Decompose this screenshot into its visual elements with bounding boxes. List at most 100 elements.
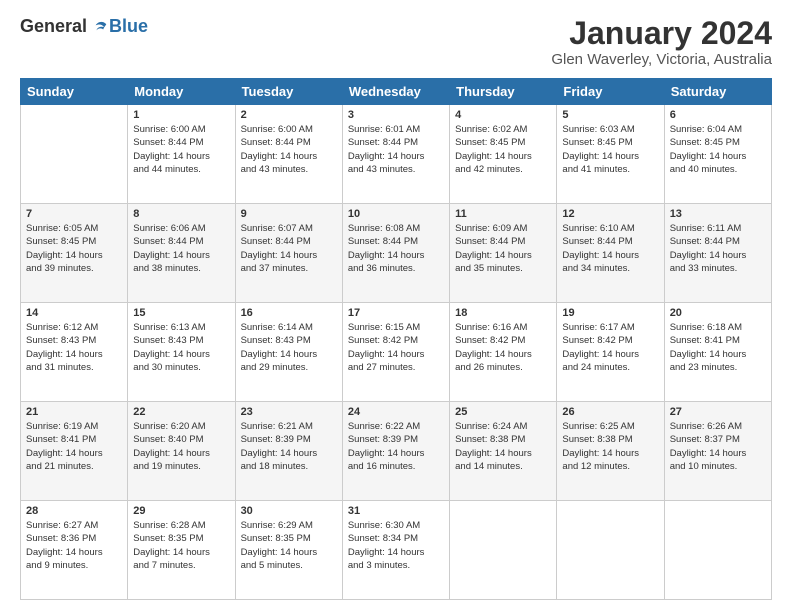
day-number: 22 xyxy=(133,406,229,418)
day-number: 19 xyxy=(562,307,658,319)
calendar-cell xyxy=(450,501,557,600)
cell-content: Sunrise: 6:18 AM Sunset: 8:41 PM Dayligh… xyxy=(670,321,766,374)
day-number: 16 xyxy=(241,307,337,319)
cell-content: Sunrise: 6:00 AM Sunset: 8:44 PM Dayligh… xyxy=(241,123,337,176)
day-number: 4 xyxy=(455,109,551,121)
week-row-4: 21 Sunrise: 6:19 AM Sunset: 8:41 PM Dayli… xyxy=(21,402,772,501)
day-number: 23 xyxy=(241,406,337,418)
cell-content: Sunrise: 6:27 AM Sunset: 8:36 PM Dayligh… xyxy=(26,519,122,572)
day-number: 14 xyxy=(26,307,122,319)
col-header-sunday: Sunday xyxy=(21,79,128,105)
cell-content: Sunrise: 6:10 AM Sunset: 8:44 PM Dayligh… xyxy=(562,222,658,275)
day-number: 5 xyxy=(562,109,658,121)
page: General Blue January 2024 Glen Waverley,… xyxy=(0,0,792,612)
calendar-cell: 31Sunrise: 6:30 AM Sunset: 8:34 PM Dayli… xyxy=(342,501,449,600)
calendar-cell: 30 Sunrise: 6:29 AM Sunset: 8:35 PM Dayli… xyxy=(235,501,342,600)
cell-content: Sunrise: 6:15 AM Sunset: 8:42 PM Dayligh… xyxy=(348,321,444,374)
cell-content: Sunrise: 6:01 AM Sunset: 8:44 PM Dayligh… xyxy=(348,123,444,176)
calendar-cell: 6 Sunrise: 6:04 AM Sunset: 8:45 PM Daylig… xyxy=(664,105,771,204)
cell-content: Sunrise: 6:28 AM Sunset: 8:35 PM Dayligh… xyxy=(133,519,229,572)
calendar-cell: 17 Sunrise: 6:15 AM Sunset: 8:42 PM Dayli… xyxy=(342,303,449,402)
cell-content: Sunrise: 6:20 AM Sunset: 8:40 PM Dayligh… xyxy=(133,420,229,473)
cell-content: Sunrise: 6:21 AM Sunset: 8:39 PM Dayligh… xyxy=(241,420,337,473)
calendar-cell: 28 Sunrise: 6:27 AM Sunset: 8:36 PM Dayli… xyxy=(21,501,128,600)
day-number: 30 xyxy=(241,505,337,517)
cell-content: Sunrise: 6:16 AM Sunset: 8:42 PM Dayligh… xyxy=(455,321,551,374)
cell-content: Sunrise: 6:04 AM Sunset: 8:45 PM Dayligh… xyxy=(670,123,766,176)
calendar-cell xyxy=(21,105,128,204)
calendar-cell: 12 Sunrise: 6:10 AM Sunset: 8:44 PM Dayli… xyxy=(557,204,664,303)
day-number: 17 xyxy=(348,307,444,319)
col-header-wednesday: Wednesday xyxy=(342,79,449,105)
calendar-cell: 2 Sunrise: 6:00 AM Sunset: 8:44 PM Daylig… xyxy=(235,105,342,204)
cell-content: Sunrise: 6:05 AM Sunset: 8:45 PM Dayligh… xyxy=(26,222,122,275)
calendar-cell: 14 Sunrise: 6:12 AM Sunset: 8:43 PM Dayli… xyxy=(21,303,128,402)
calendar-cell xyxy=(664,501,771,600)
calendar-cell: 10Sunrise: 6:08 AM Sunset: 8:44 PM Dayli… xyxy=(342,204,449,303)
day-number: 2 xyxy=(241,109,337,121)
calendar-cell: 21 Sunrise: 6:19 AM Sunset: 8:41 PM Dayli… xyxy=(21,402,128,501)
calendar-cell: 1Sunrise: 6:00 AM Sunset: 8:44 PM Daylig… xyxy=(128,105,235,204)
calendar-cell: 11 Sunrise: 6:09 AM Sunset: 8:44 PM Dayli… xyxy=(450,204,557,303)
day-number: 21 xyxy=(26,406,122,418)
cell-content: Sunrise: 6:07 AM Sunset: 8:44 PM Dayligh… xyxy=(241,222,337,275)
logo: General Blue xyxy=(20,16,148,37)
col-header-thursday: Thursday xyxy=(450,79,557,105)
day-number: 28 xyxy=(26,505,122,517)
week-row-5: 28 Sunrise: 6:27 AM Sunset: 8:36 PM Dayli… xyxy=(21,501,772,600)
cell-content: Sunrise: 6:24 AM Sunset: 8:38 PM Dayligh… xyxy=(455,420,551,473)
calendar-cell: 3 Sunrise: 6:01 AM Sunset: 8:44 PM Daylig… xyxy=(342,105,449,204)
cell-content: Sunrise: 6:09 AM Sunset: 8:44 PM Dayligh… xyxy=(455,222,551,275)
cell-content: Sunrise: 6:08 AM Sunset: 8:44 PM Dayligh… xyxy=(348,222,444,275)
calendar-cell: 20 Sunrise: 6:18 AM Sunset: 8:41 PM Dayli… xyxy=(664,303,771,402)
cell-content: Sunrise: 6:22 AM Sunset: 8:39 PM Dayligh… xyxy=(348,420,444,473)
day-number: 11 xyxy=(455,208,551,220)
calendar-cell: 25 Sunrise: 6:24 AM Sunset: 8:38 PM Dayli… xyxy=(450,402,557,501)
day-number: 25 xyxy=(455,406,551,418)
header: General Blue January 2024 Glen Waverley,… xyxy=(20,16,772,68)
col-header-friday: Friday xyxy=(557,79,664,105)
calendar-cell: 26 Sunrise: 6:25 AM Sunset: 8:38 PM Dayli… xyxy=(557,402,664,501)
cell-content: Sunrise: 6:19 AM Sunset: 8:41 PM Dayligh… xyxy=(26,420,122,473)
calendar-table: SundayMondayTuesdayWednesdayThursdayFrid… xyxy=(20,78,772,600)
cell-content: Sunrise: 6:11 AM Sunset: 8:44 PM Dayligh… xyxy=(670,222,766,275)
calendar-cell: 24Sunrise: 6:22 AM Sunset: 8:39 PM Dayli… xyxy=(342,402,449,501)
logo-blue: Blue xyxy=(109,16,148,37)
calendar-cell: 7 Sunrise: 6:05 AM Sunset: 8:45 PM Daylig… xyxy=(21,204,128,303)
calendar-cell: 23 Sunrise: 6:21 AM Sunset: 8:39 PM Dayli… xyxy=(235,402,342,501)
title-area: January 2024 Glen Waverley, Victoria, Au… xyxy=(551,16,772,68)
col-header-saturday: Saturday xyxy=(664,79,771,105)
day-number: 12 xyxy=(562,208,658,220)
calendar-cell: 5 Sunrise: 6:03 AM Sunset: 8:45 PM Daylig… xyxy=(557,105,664,204)
week-row-2: 7 Sunrise: 6:05 AM Sunset: 8:45 PM Daylig… xyxy=(21,204,772,303)
day-number: 13 xyxy=(670,208,766,220)
day-number: 31 xyxy=(348,505,444,517)
calendar-subtitle: Glen Waverley, Victoria, Australia xyxy=(551,51,772,68)
calendar-cell: 18 Sunrise: 6:16 AM Sunset: 8:42 PM Dayli… xyxy=(450,303,557,402)
week-row-1: 1Sunrise: 6:00 AM Sunset: 8:44 PM Daylig… xyxy=(21,105,772,204)
cell-content: Sunrise: 6:14 AM Sunset: 8:43 PM Dayligh… xyxy=(241,321,337,374)
day-number: 3 xyxy=(348,109,444,121)
header-row: SundayMondayTuesdayWednesdayThursdayFrid… xyxy=(21,79,772,105)
cell-content: Sunrise: 6:03 AM Sunset: 8:45 PM Dayligh… xyxy=(562,123,658,176)
logo-text: General Blue xyxy=(20,16,148,37)
logo-bird-icon xyxy=(89,17,109,37)
day-number: 6 xyxy=(670,109,766,121)
day-number: 7 xyxy=(26,208,122,220)
day-number: 18 xyxy=(455,307,551,319)
day-number: 29 xyxy=(133,505,229,517)
cell-content: Sunrise: 6:02 AM Sunset: 8:45 PM Dayligh… xyxy=(455,123,551,176)
calendar-cell: 4 Sunrise: 6:02 AM Sunset: 8:45 PM Daylig… xyxy=(450,105,557,204)
calendar-cell xyxy=(557,501,664,600)
cell-content: Sunrise: 6:29 AM Sunset: 8:35 PM Dayligh… xyxy=(241,519,337,572)
day-number: 26 xyxy=(562,406,658,418)
cell-content: Sunrise: 6:12 AM Sunset: 8:43 PM Dayligh… xyxy=(26,321,122,374)
day-number: 9 xyxy=(241,208,337,220)
day-number: 15 xyxy=(133,307,229,319)
day-number: 20 xyxy=(670,307,766,319)
cell-content: Sunrise: 6:25 AM Sunset: 8:38 PM Dayligh… xyxy=(562,420,658,473)
cell-content: Sunrise: 6:17 AM Sunset: 8:42 PM Dayligh… xyxy=(562,321,658,374)
cell-content: Sunrise: 6:26 AM Sunset: 8:37 PM Dayligh… xyxy=(670,420,766,473)
calendar-title: January 2024 xyxy=(551,16,772,51)
calendar-cell: 15Sunrise: 6:13 AM Sunset: 8:43 PM Dayli… xyxy=(128,303,235,402)
